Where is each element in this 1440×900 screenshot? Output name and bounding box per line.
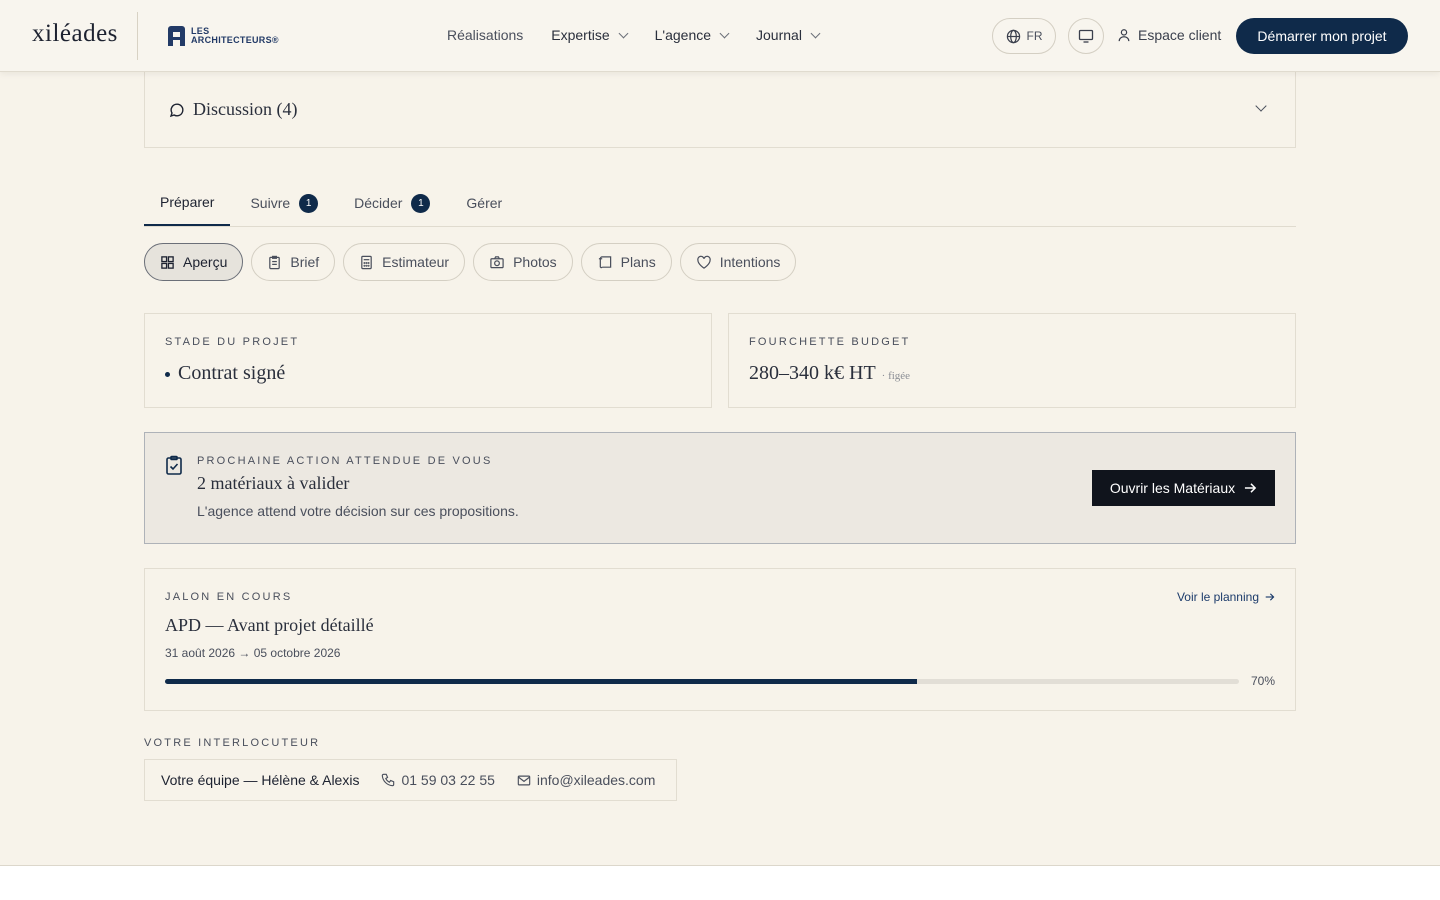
display-mode-button[interactable]	[1068, 18, 1104, 54]
contact-phone-link[interactable]: 01 59 03 22 55	[381, 772, 495, 788]
monitor-icon	[1078, 29, 1094, 43]
progress-percent: 70%	[1250, 674, 1275, 688]
client-space-label: Espace client	[1138, 27, 1222, 43]
start-project-button[interactable]: Démarrer mon projet	[1236, 18, 1408, 54]
open-materials-button[interactable]: Ouvrir les Matériaux	[1092, 470, 1275, 506]
stage-eyebrow: STADE DU PROJET	[165, 336, 300, 348]
camera-icon	[490, 255, 504, 268]
view-planning-link[interactable]: Voir le planning	[1177, 590, 1275, 604]
nav-item-journal[interactable]: Journal	[756, 27, 821, 43]
calculator-icon	[361, 255, 372, 269]
contact-eyebrow: VOTRE INTERLOCUTEUR	[144, 737, 321, 749]
tab-gerer[interactable]: Gérer	[450, 180, 518, 226]
discussion-label: Discussion (4)	[193, 99, 298, 119]
site-logo[interactable]: xiléades	[32, 20, 118, 48]
pill-plans[interactable]: Plans	[580, 243, 672, 281]
plans-icon	[598, 255, 611, 268]
chevron-down-icon	[810, 28, 821, 38]
action-eyebrow: PROCHAINE ACTION ATTENDUE DE VOUS	[197, 455, 493, 467]
contact-team: Votre équipe — Hélène & Alexis	[161, 772, 360, 788]
globe-icon	[1006, 29, 1020, 43]
tab-preparer[interactable]: Préparer	[144, 180, 231, 226]
heart-icon	[696, 255, 711, 269]
tab-suivre[interactable]: Suivre 1	[234, 180, 334, 226]
language-label: FR	[1026, 29, 1043, 43]
contact-bar: Votre équipe — Hélène & Alexis 01 59 03 …	[144, 759, 677, 801]
milestone-title: APD — Avant projet détaillé	[165, 615, 374, 635]
pill-photos[interactable]: Photos	[473, 243, 573, 281]
mail-icon	[517, 775, 531, 785]
budget-status: · figée	[881, 370, 911, 382]
pill-brief[interactable]: Brief	[251, 243, 336, 281]
milestone-progress-bar	[165, 679, 1239, 684]
main-nav: Réalisations Expertise L'agence Journal	[447, 27, 821, 43]
pill-estimateur[interactable]: Estimateur	[343, 243, 466, 281]
page-footer	[0, 865, 1440, 900]
nav-item-agence[interactable]: L'agence	[655, 27, 730, 43]
status-dot	[165, 372, 170, 378]
pill-intentions[interactable]: Intentions	[679, 243, 797, 281]
site-header: xiléades LES ARCHITECTEURS® Réalisations…	[0, 0, 1440, 72]
chat-bubble-icon	[169, 102, 184, 117]
next-action-card: PROCHAINE ACTION ATTENDUE DE VOUS 2 maté…	[144, 432, 1296, 544]
arrow-right-icon	[1245, 483, 1257, 493]
budget-eyebrow: FOURCHETTE BUDGET	[749, 336, 911, 348]
milestone-eyebrow: JALON EN COURS	[165, 591, 293, 603]
clipboard-check-icon	[166, 455, 182, 475]
grid-icon	[161, 255, 174, 269]
partner-logo[interactable]: LES ARCHITECTEURS®	[168, 26, 279, 46]
project-stage-card: STADE DU PROJET Contrat signé	[144, 313, 712, 408]
chevron-down-icon	[719, 28, 730, 38]
tab-decider[interactable]: Décider 1	[338, 180, 446, 226]
arrow-right-icon	[1265, 593, 1275, 601]
project-tabs: Préparer Suivre 1 Décider 1 Gérer	[144, 180, 1296, 227]
chevron-down-icon	[618, 28, 629, 38]
partner-line-2: ARCHITECTEURS®	[191, 35, 279, 45]
tab-badge: 1	[411, 193, 431, 213]
stage-value: Contrat signé	[178, 362, 286, 384]
milestone-dates: 31 août 2026 → 05 octobre 2026	[165, 646, 341, 660]
discussion-accordion[interactable]: Discussion (4)	[144, 72, 1296, 148]
nav-item-realisations[interactable]: Réalisations	[447, 27, 523, 43]
logo-divider	[137, 12, 138, 60]
budget-card: FOURCHETTE BUDGET 280–340 k€ HT · figée	[728, 313, 1296, 408]
partner-logo-icon	[168, 26, 185, 46]
phone-icon	[382, 773, 395, 787]
current-milestone-card: JALON EN COURS Voir le planning APD — Av…	[144, 568, 1296, 711]
pill-apercu[interactable]: Aperçu	[144, 243, 244, 281]
subtab-pills: Aperçu Brief Estimateur Photos Plans Int…	[144, 243, 797, 281]
contact-email-link[interactable]: info@xileades.com	[517, 772, 655, 788]
language-button[interactable]: FR	[992, 18, 1056, 54]
tab-badge: 1	[299, 193, 319, 213]
chevron-down-icon[interactable]	[1255, 100, 1267, 112]
user-icon	[1118, 29, 1130, 42]
nav-item-expertise[interactable]: Expertise	[551, 27, 629, 43]
budget-value: 280–340 k€ HT	[749, 362, 876, 384]
clipboard-icon	[269, 255, 281, 269]
client-space-link[interactable]: Espace client	[1117, 27, 1221, 43]
progress-fill	[165, 679, 917, 684]
